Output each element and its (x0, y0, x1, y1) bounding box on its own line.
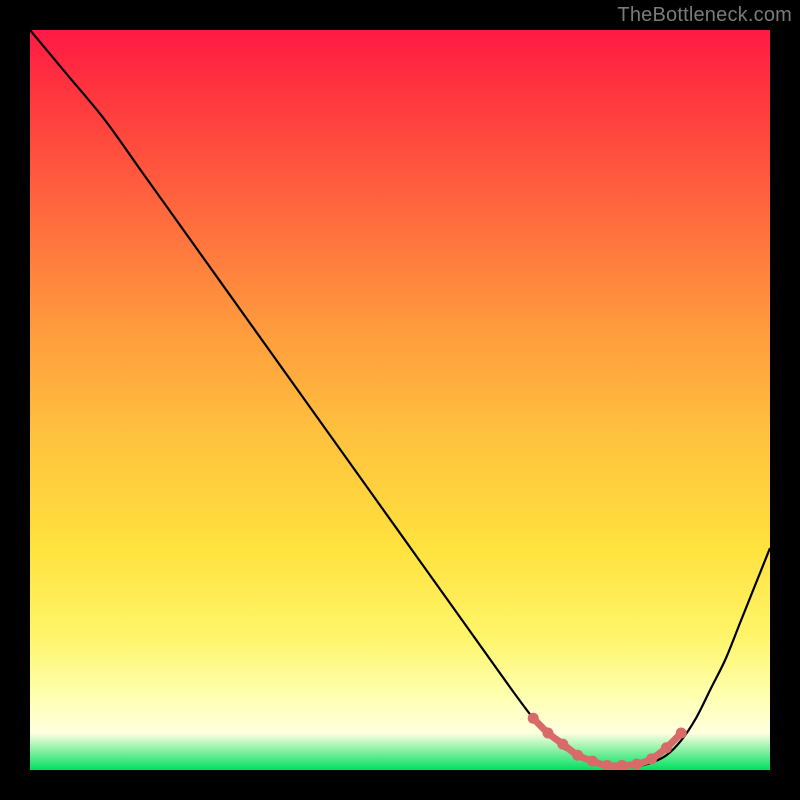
bottleneck-chart (30, 30, 770, 770)
highlight-dot (661, 742, 672, 753)
highlight-dot (528, 713, 539, 724)
highlight-dot (617, 760, 628, 770)
plot-area (30, 30, 770, 770)
highlight-dot (676, 728, 687, 739)
highlight-dots (528, 713, 687, 770)
highlight-dot (557, 739, 568, 750)
highlight-dot (631, 759, 642, 770)
highlight-dot (543, 728, 554, 739)
highlight-dot (572, 750, 583, 761)
watermark-text: TheBottleneck.com (617, 4, 792, 27)
bottleneck-curve-line (30, 30, 770, 767)
highlight-dot (587, 756, 598, 767)
highlight-dot (646, 753, 657, 764)
